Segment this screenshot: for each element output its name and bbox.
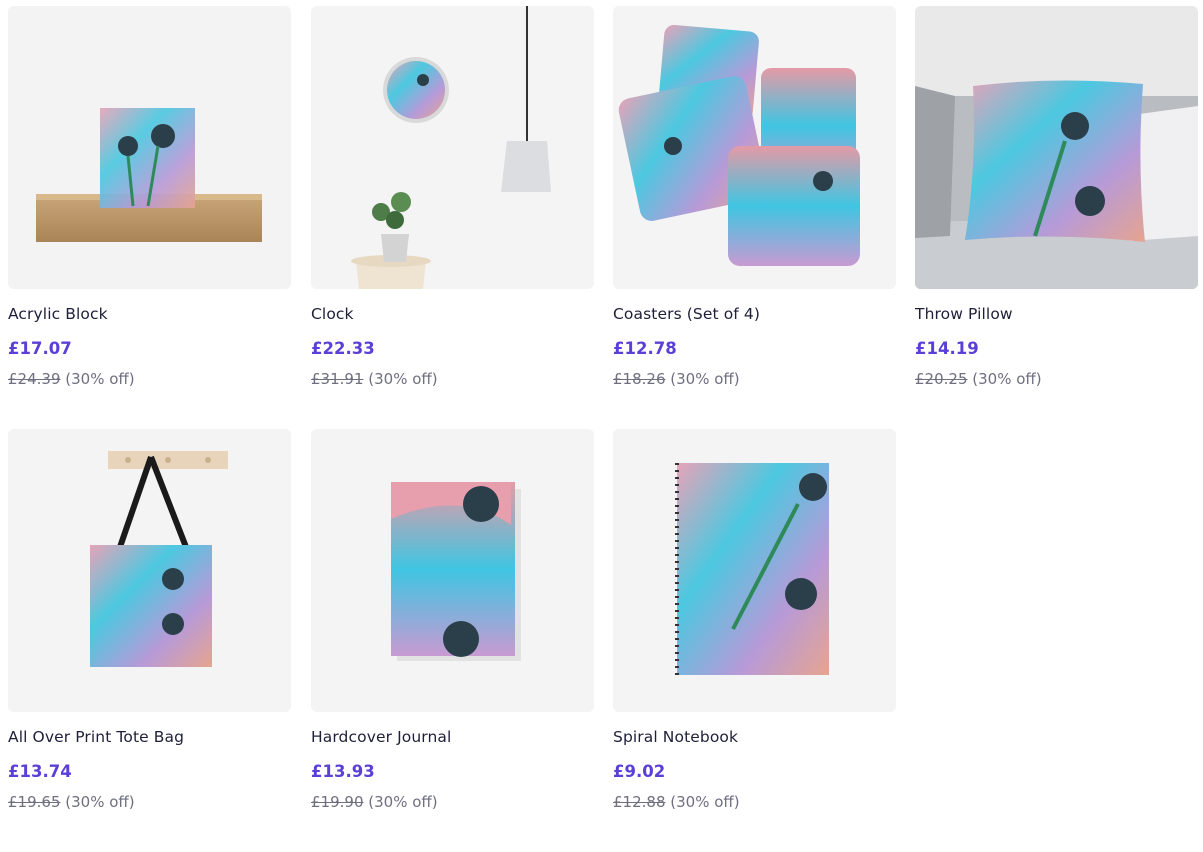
product-title[interactable]: Clock — [311, 304, 594, 324]
original-price: £31.91 (30% off) — [311, 369, 594, 389]
discount-label: (30% off) — [670, 793, 740, 811]
product-card-throw-pillow[interactable]: Throw Pillow £14.19 £20.25 (30% off) — [915, 6, 1198, 389]
discount-label: (30% off) — [65, 793, 135, 811]
sale-price: £13.74 — [8, 762, 72, 781]
journal-image[interactable] — [311, 429, 594, 712]
sale-price: £22.33 — [311, 339, 375, 358]
product-title[interactable]: Acrylic Block — [8, 304, 291, 324]
product-title[interactable]: Throw Pillow — [915, 304, 1198, 324]
discount-label: (30% off) — [972, 370, 1042, 388]
strikethrough-price: £20.25 — [915, 370, 968, 388]
original-price: £20.25 (30% off) — [915, 369, 1198, 389]
tote-bag-image[interactable] — [8, 429, 291, 712]
product-title[interactable]: Hardcover Journal — [311, 727, 594, 747]
strikethrough-price: £19.90 — [311, 793, 364, 811]
strikethrough-price: £31.91 — [311, 370, 364, 388]
original-price: £18.26 (30% off) — [613, 369, 896, 389]
discount-label: (30% off) — [65, 370, 135, 388]
notebook-image[interactable] — [613, 429, 896, 712]
product-card-clock[interactable]: Clock £22.33 £31.91 (30% off) — [311, 6, 594, 389]
original-price: £24.39 (30% off) — [8, 369, 291, 389]
discount-label: (30% off) — [368, 370, 438, 388]
product-title[interactable]: Coasters (Set of 4) — [613, 304, 896, 324]
sale-price: £9.02 — [613, 762, 666, 781]
product-grid: Acrylic Block £17.07 £24.39 (30% off) Cl… — [0, 0, 1203, 852]
product-title[interactable]: All Over Print Tote Bag — [8, 727, 291, 747]
product-card-hardcover-journal[interactable]: Hardcover Journal £13.93 £19.90 (30% off… — [311, 429, 594, 812]
strikethrough-price: £12.88 — [613, 793, 666, 811]
strikethrough-price: £19.65 — [8, 793, 61, 811]
throw-pillow-image[interactable] — [915, 6, 1198, 289]
original-price: £12.88 (30% off) — [613, 792, 896, 812]
discount-label: (30% off) — [368, 793, 438, 811]
original-price: £19.65 (30% off) — [8, 792, 291, 812]
original-price: £19.90 (30% off) — [311, 792, 594, 812]
product-card-spiral-notebook[interactable]: Spiral Notebook £9.02 £12.88 (30% off) — [613, 429, 896, 812]
sale-price: £13.93 — [311, 762, 375, 781]
sale-price: £14.19 — [915, 339, 979, 358]
strikethrough-price: £18.26 — [613, 370, 666, 388]
product-card-coasters[interactable]: Coasters (Set of 4) £12.78 £18.26 (30% o… — [613, 6, 896, 389]
clock-image[interactable] — [311, 6, 594, 289]
coasters-image[interactable] — [613, 6, 896, 289]
strikethrough-price: £24.39 — [8, 370, 61, 388]
product-card-acrylic-block[interactable]: Acrylic Block £17.07 £24.39 (30% off) — [8, 6, 291, 389]
sale-price: £17.07 — [8, 339, 72, 358]
discount-label: (30% off) — [670, 370, 740, 388]
acrylic-block-image[interactable] — [8, 6, 291, 289]
product-title[interactable]: Spiral Notebook — [613, 727, 896, 747]
sale-price: £12.78 — [613, 339, 677, 358]
product-card-tote-bag[interactable]: All Over Print Tote Bag £13.74 £19.65 (3… — [8, 429, 291, 812]
